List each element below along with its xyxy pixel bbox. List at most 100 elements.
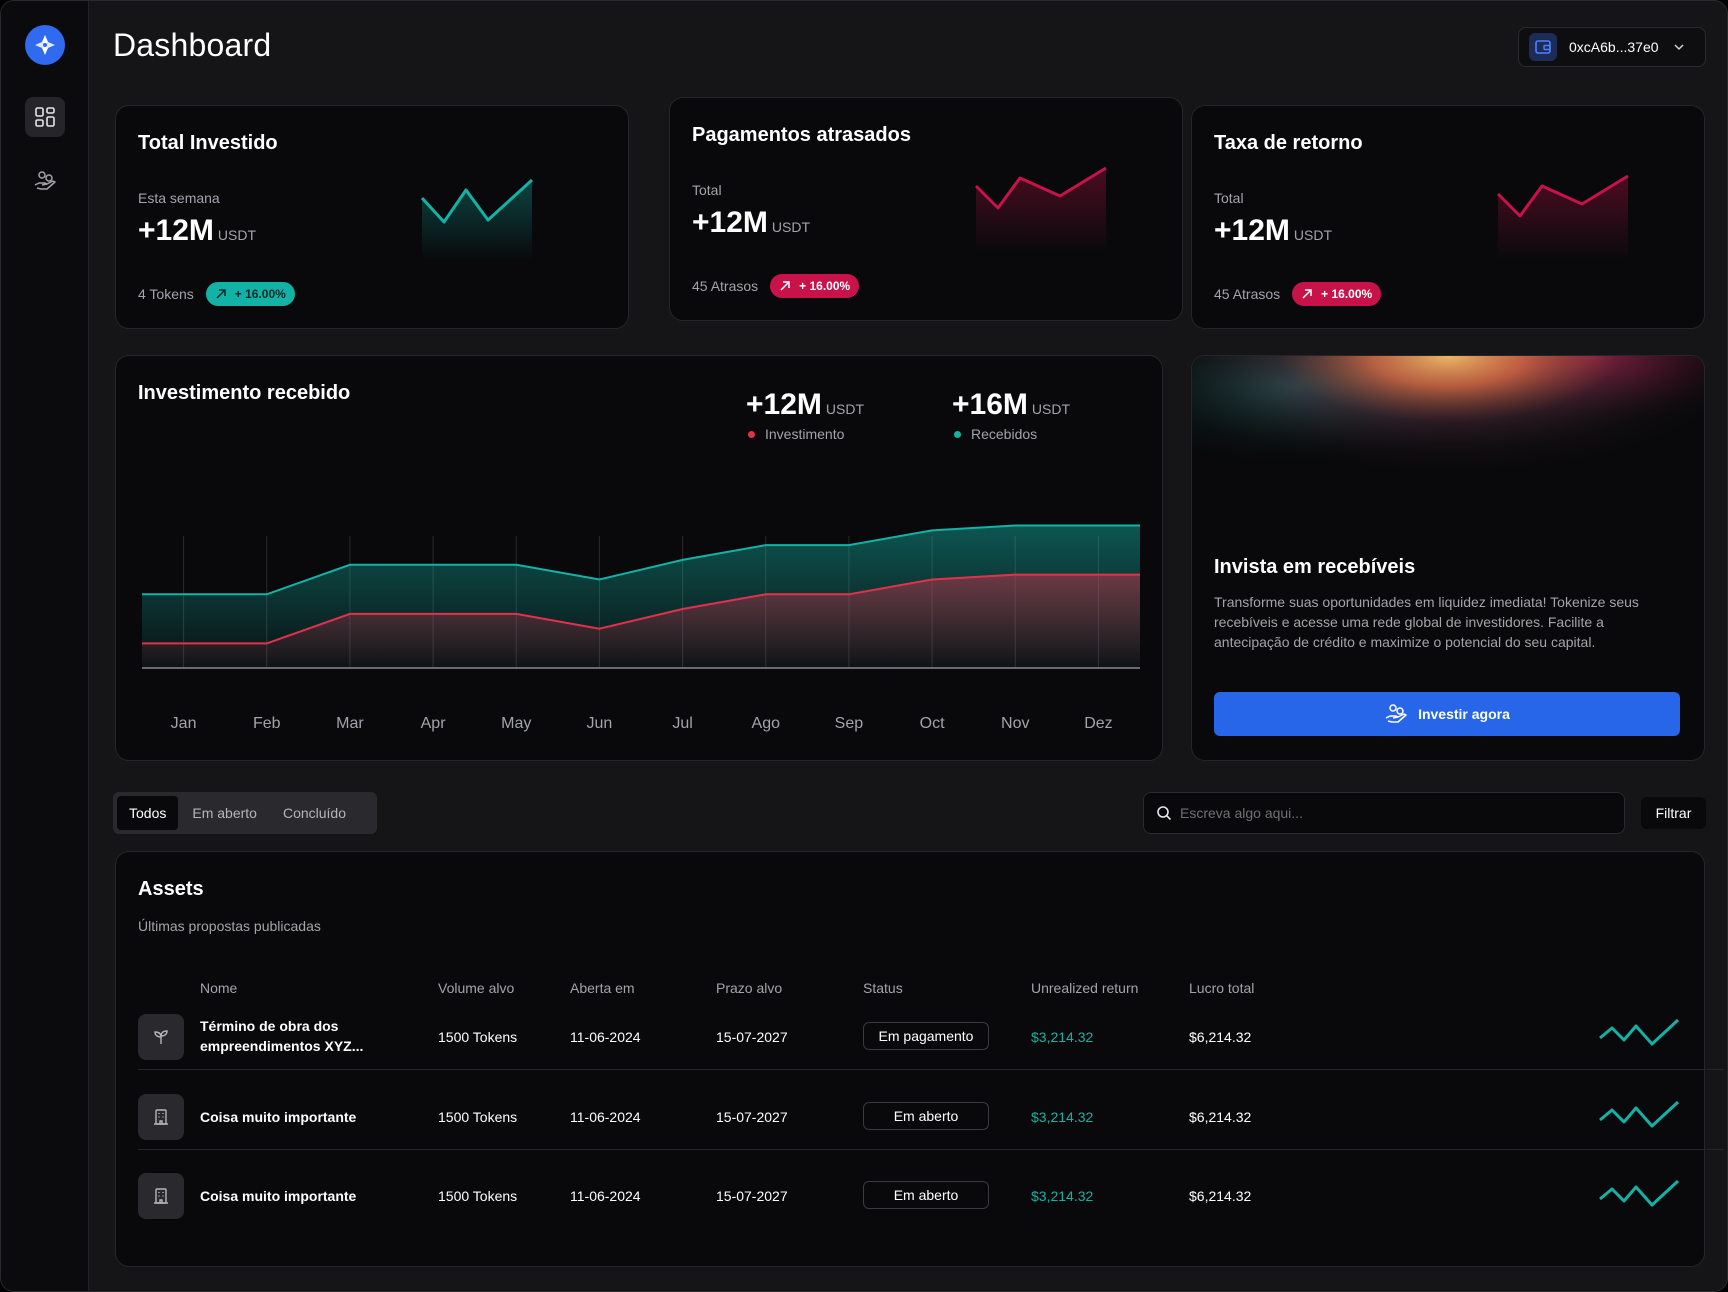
sparkline-taxa-de-retorno [1496, 174, 1629, 260]
page-title: Dashboard [113, 27, 272, 63]
row-divider [138, 1069, 1724, 1070]
search-box [1143, 792, 1625, 834]
card-footer-text: 45 Atrasos [1214, 286, 1281, 302]
card-label: Esta semana [138, 190, 220, 206]
card-value: +12M USDT [1214, 214, 1333, 247]
asset-volume: 1500 Tokens [438, 1188, 518, 1204]
change-badge: + 16.00% [1292, 282, 1382, 306]
grid-icon [35, 107, 55, 127]
wallet-button[interactable]: 0xcA6b...37e0 [1518, 27, 1706, 67]
status-tabs: Todos Em aberto Concluído [113, 792, 377, 834]
invest-now-label: Investir agora [1418, 706, 1510, 722]
asset-name: Coisa muito importante [200, 1188, 357, 1204]
chevron-down-icon [1673, 44, 1684, 51]
asset-unrealized: $3,214.32 [1031, 1029, 1094, 1045]
tab-todos[interactable]: Todos [117, 796, 179, 830]
arrow-up-right-icon [216, 289, 226, 299]
change-badge: + 16.00% [770, 274, 860, 298]
card-footer: 4 Tokens + 16.00% [138, 282, 295, 306]
arrow-up-right-icon [1302, 289, 1312, 299]
table-row[interactable]: Coisa muito importante 1500 Tokens 11-06… [138, 1084, 1724, 1162]
row-sparkline [1599, 1018, 1680, 1046]
card-label: Total [692, 182, 722, 198]
tab-em-aberto[interactable]: Em aberto [180, 796, 269, 830]
hand-coins-icon [1385, 704, 1407, 723]
row-divider [138, 1149, 1724, 1150]
assets-subtitle: Últimas propostas publicadas [138, 918, 321, 934]
asset-name: Término de obra dos empreendimentos XYZ.… [200, 1018, 364, 1054]
card-footer-text: 4 Tokens [138, 286, 194, 302]
sprout-icon [138, 1014, 184, 1060]
column-header-unrealized: Unrealized return [1031, 980, 1139, 996]
investment-chart-card: Investimento recebido +12M USDT Investime… [115, 355, 1163, 761]
filter-button[interactable]: Filtrar [1641, 797, 1706, 829]
status-badge: Em pagamento [863, 1022, 989, 1050]
promo-gradient-art [1192, 356, 1704, 556]
status-badge: Em aberto [863, 1102, 989, 1130]
asset-deadline: 15-07-2027 [716, 1188, 788, 1204]
x-tick-label: Jan [171, 715, 197, 732]
column-header-nome: Nome [200, 980, 238, 996]
card-label: Total [1214, 190, 1244, 206]
x-tick-label: Apr [421, 715, 447, 732]
x-tick-label: Sep [835, 715, 864, 732]
invest-now-button[interactable]: Investir agora [1214, 692, 1680, 736]
asset-opened: 11-06-2024 [570, 1029, 641, 1045]
asset-profit: $6,214.32 [1189, 1029, 1252, 1045]
asset-profit: $6,214.32 [1189, 1109, 1252, 1125]
column-header-volume: Volume alvo [438, 980, 515, 996]
card-pagamentos-atrasados: Pagamentos atrasados Total +12M USDT 45 A… [669, 97, 1183, 321]
search-icon [1157, 806, 1172, 821]
card-footer: 45 Atrasos + 16.00% [1214, 282, 1382, 306]
asset-unrealized: $3,214.32 [1031, 1188, 1094, 1204]
assets-card: Assets Últimas propostas publicadas Nome… [115, 851, 1724, 1267]
investment-area-chart: Jan Feb Mar Apr May Jun Jul Ago Sep Oct Nov Dez [142, 524, 1140, 732]
x-tick-label: Oct [920, 715, 945, 732]
card-footer-text: 45 Atrasos [692, 278, 759, 294]
card-title: Taxa de retorno [1214, 132, 1363, 154]
x-tick-label: Feb [253, 715, 281, 732]
logo[interactable] [25, 25, 65, 65]
card-total-investido: Total Investido Esta semana +12M USDT 4 T… [115, 105, 629, 329]
sidebar-item-investments[interactable] [25, 161, 65, 201]
column-header-aberta: Aberta em [570, 980, 635, 996]
asset-unrealized: $3,214.32 [1031, 1109, 1094, 1125]
promo-text: Transforme suas oportunidades em liquide… [1214, 594, 1639, 650]
sidebar-item-dashboard[interactable] [25, 97, 65, 137]
card-value: +12M USDT [138, 214, 257, 247]
asset-deadline: 15-07-2027 [716, 1029, 788, 1045]
asset-opened: 11-06-2024 [570, 1188, 641, 1204]
card-title: Total Investido [138, 132, 278, 154]
tab-concluido[interactable]: Concluído [271, 796, 358, 830]
sidebar [1, 1, 89, 1291]
column-header-status: Status [863, 980, 903, 996]
status-badge: Em aberto [863, 1181, 989, 1209]
asset-volume: 1500 Tokens [438, 1109, 518, 1125]
arrow-up-right-icon [780, 281, 790, 291]
search-input[interactable] [1180, 805, 1600, 821]
x-tick-label: Jul [672, 715, 692, 732]
logo-icon [35, 35, 55, 55]
x-tick-label: Dez [1084, 715, 1112, 732]
card-taxa-de-retorno: Taxa de retorno Total +12M USDT 45 Atraso… [1191, 105, 1705, 329]
sparkline-pagamentos-atrasados [974, 166, 1107, 252]
table-row[interactable]: Coisa muito importante 1500 Tokens 11-06… [138, 1163, 1724, 1241]
table-row[interactable]: Término de obra dos empreendimentos XYZ.… [138, 1004, 1724, 1082]
card-footer: 45 Atrasos + 16.00% [692, 274, 860, 298]
x-tick-label: Mar [336, 715, 364, 732]
asset-opened: 11-06-2024 [570, 1109, 641, 1125]
promo-title: Invista em recebíveis [1214, 556, 1416, 578]
building-icon [138, 1173, 184, 1219]
card-title: Pagamentos atrasados [692, 124, 911, 146]
asset-volume: 1500 Tokens [438, 1029, 518, 1045]
wallet-address: 0xcA6b...37e0 [1569, 39, 1659, 55]
asset-name: Coisa muito importante [200, 1109, 357, 1125]
change-badge: + 16.00% [205, 282, 295, 306]
wallet-icon [1529, 33, 1557, 61]
row-sparkline [1599, 1100, 1680, 1128]
column-header-prazo: Prazo alvo [716, 980, 783, 996]
sparkline-total-investido [420, 178, 534, 260]
column-header-lucro: Lucro total [1189, 980, 1255, 996]
hand-coins-icon [34, 171, 56, 190]
x-tick-label: Jun [587, 715, 613, 732]
